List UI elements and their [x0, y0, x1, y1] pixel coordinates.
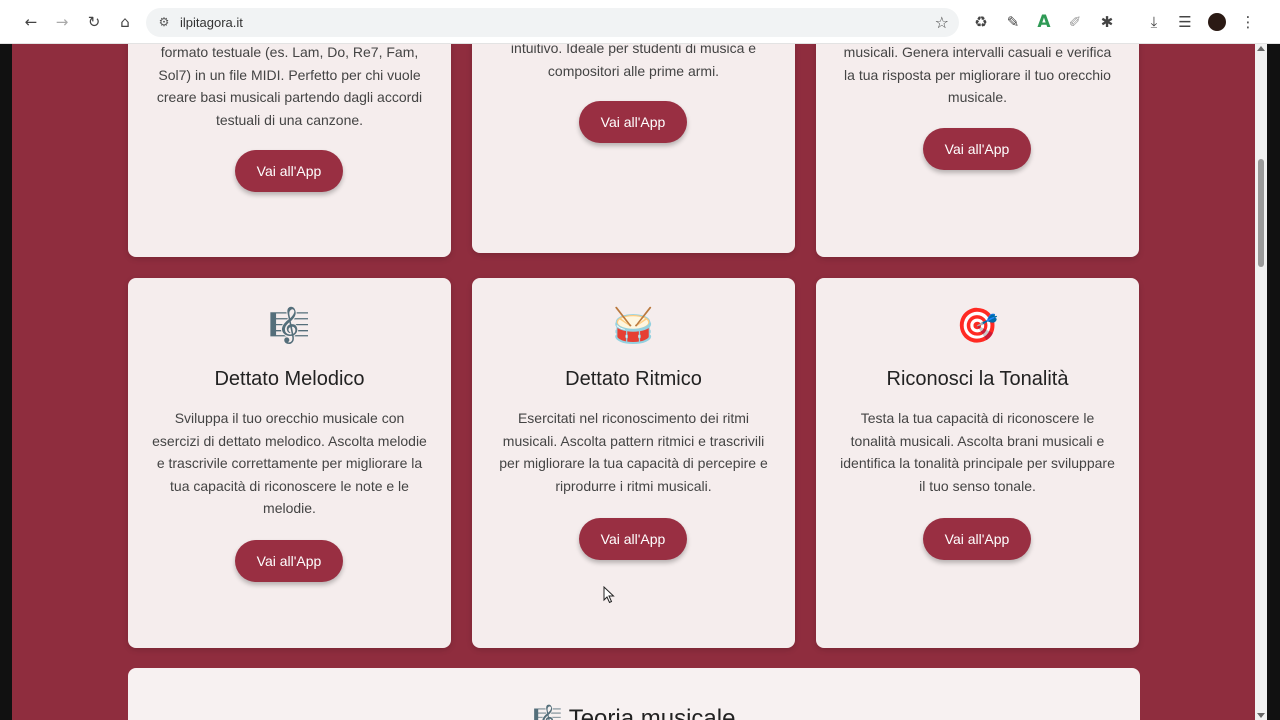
- recycle-icon[interactable]: ♻: [969, 10, 993, 34]
- scrollbar-thumb[interactable]: [1258, 159, 1264, 267]
- target-icon: 🎯: [956, 306, 999, 346]
- site-info-icon[interactable]: ⚙: [156, 14, 172, 30]
- card-description: intuitivo. Ideale per studenti di musica…: [510, 44, 757, 79]
- window-right-edge: [1267, 44, 1280, 720]
- app-card-midi: formato testuale (es. Lam, Do, Re7, Fam,…: [128, 44, 451, 257]
- window-left-edge: [0, 44, 12, 720]
- card-description: Sviluppa il tuo orecchio musicale con es…: [152, 410, 427, 516]
- drum-icon: 🥁: [612, 306, 655, 346]
- go-to-app-button[interactable]: Vai all'App: [579, 101, 687, 143]
- scroll-up-icon[interactable]: [1257, 46, 1265, 51]
- card-description: formato testuale (es. Lam, Do, Re7, Fam,…: [156, 44, 423, 128]
- go-to-app-button[interactable]: Vai all'App: [235, 150, 343, 192]
- musical-score-icon: 🎼: [532, 705, 563, 720]
- card-title: Dettato Ritmico: [565, 368, 702, 390]
- bookmark-star-icon[interactable]: ☆: [935, 13, 949, 32]
- browser-toolbar: ← → ↻ ⌂ ⚙ ilpitagora.it ☆ ♻ ✎ A ✐ ✱ ⤓ ☰ …: [0, 0, 1280, 44]
- scroll-down-icon[interactable]: [1257, 713, 1265, 718]
- reading-list-icon[interactable]: ☰: [1173, 10, 1197, 34]
- go-to-app-button[interactable]: Vai all'App: [579, 518, 687, 560]
- musical-score-icon: 🎼: [268, 306, 311, 346]
- app-card-intervals: musicali. Genera intervalli casuali e ve…: [816, 44, 1139, 257]
- card-description: musicali. Genera intervalli casuali e ve…: [843, 44, 1112, 105]
- puzzle-extensions-icon[interactable]: ✱: [1095, 10, 1119, 34]
- download-icon[interactable]: ⤓: [1142, 10, 1166, 34]
- app-card-composer: intuitivo. Ideale per studenti di musica…: [472, 44, 795, 253]
- card-description: Esercitati nel riconoscimento dei ritmi …: [499, 410, 768, 494]
- card-title: Dettato Melodico: [214, 368, 365, 390]
- profile-avatar[interactable]: [1208, 13, 1226, 31]
- app-card-dettato-ritmico: 🥁 Dettato Ritmico Esercitati nel riconos…: [472, 278, 795, 648]
- card-description: Testa la tua capacità di riconoscere le …: [840, 410, 1115, 494]
- card-title: Riconosci la Tonalità: [886, 368, 1069, 390]
- back-arrow-icon[interactable]: ←: [19, 10, 43, 34]
- section-title: 🎼 Teoria musicale: [128, 704, 1140, 720]
- edit-icon[interactable]: ✐: [1063, 10, 1087, 34]
- theory-section: 🎼 Teoria musicale: [128, 668, 1140, 720]
- reload-icon[interactable]: ↻: [82, 10, 106, 34]
- go-to-app-button[interactable]: Vai all'App: [923, 518, 1031, 560]
- pen-icon[interactable]: ✎: [1001, 10, 1025, 34]
- a-letter-icon[interactable]: A: [1032, 10, 1056, 34]
- app-card-dettato-melodico: 🎼 Dettato Melodico Sviluppa il tuo orecc…: [128, 278, 451, 648]
- app-card-riconosci-tonalita: 🎯 Riconosci la Tonalità Testa la tua cap…: [816, 278, 1139, 648]
- page-viewport: formato testuale (es. Lam, Do, Re7, Fam,…: [12, 44, 1255, 720]
- go-to-app-button[interactable]: Vai all'App: [923, 128, 1031, 170]
- address-bar[interactable]: ⚙ ilpitagora.it ☆: [146, 8, 959, 37]
- mouse-cursor-icon: [603, 586, 615, 604]
- go-to-app-button[interactable]: Vai all'App: [235, 540, 343, 582]
- more-vert-icon[interactable]: ⋮: [1236, 10, 1260, 34]
- home-icon[interactable]: ⌂: [113, 10, 137, 34]
- forward-arrow-icon[interactable]: →: [50, 10, 74, 34]
- vertical-scrollbar[interactable]: [1255, 44, 1267, 720]
- url-text[interactable]: ilpitagora.it: [180, 15, 243, 30]
